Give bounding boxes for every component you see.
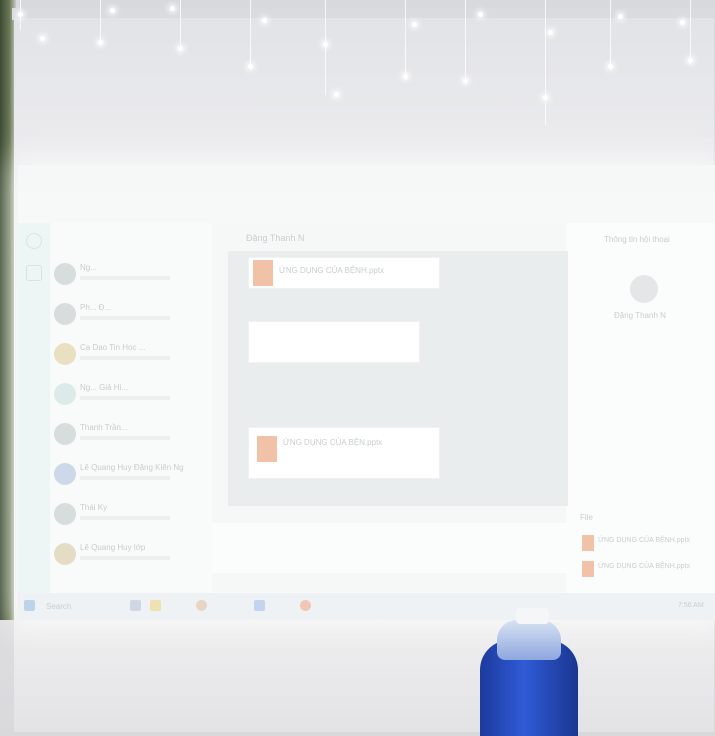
taskbar-search[interactable]: Search — [46, 602, 71, 611]
file-list-item[interactable]: ỨNG DỤNG CỦA BỆNH.pptx — [598, 537, 690, 544]
window-titlebar — [18, 165, 715, 191]
chat-panel: Đặng Thanh N ỨNG DỤNG CỦA BỆNH.pptx ỨNG … — [212, 223, 568, 593]
chrome-icon[interactable] — [196, 600, 207, 611]
list-item[interactable]: Lê Quang Huy Đặng Kiên Ng — [50, 457, 212, 497]
string-lights — [0, 0, 715, 130]
pptx-file-icon — [257, 436, 277, 462]
conversation-info-panel: Thông tin hội thoại Đặng Thanh N File ỨN… — [574, 223, 715, 593]
avatar — [54, 263, 76, 285]
pptx-file-icon — [253, 260, 273, 286]
file-explorer-icon[interactable] — [150, 600, 161, 611]
avatar — [54, 423, 76, 445]
file-message-card[interactable]: ỨNG DỤNG CỦA BỆN.pptx — [248, 427, 440, 479]
list-item[interactable]: Ng... Giả Hi... — [50, 377, 212, 417]
message-bubble — [248, 321, 420, 363]
file-list-item[interactable]: ỨNG DỤNG CỦA BỆNH.pptx — [598, 563, 690, 570]
windows-taskbar: Search 7:56 AM — [18, 593, 715, 620]
taskbar-clock: 7:56 AM — [678, 602, 704, 609]
file-message-card[interactable]: ỨNG DỤNG CỦA BỆNH.pptx — [248, 257, 440, 289]
taskview-icon[interactable] — [130, 600, 141, 611]
list-item[interactable]: Ca Dao Tin Hoc ... — [50, 337, 212, 377]
chat-icon[interactable] — [26, 233, 42, 249]
message-area: ỨNG DỤNG CỦA BỆNH.pptx ỨNG DỤNG CỦA BỆN.… — [228, 251, 568, 506]
avatar — [54, 503, 76, 525]
panel-title: Thông tin hội thoại — [604, 235, 670, 244]
list-item[interactable]: Lê Quang Huy lớp — [50, 537, 212, 577]
avatar — [54, 543, 76, 565]
bottle-neck — [497, 620, 561, 660]
files-section-label: File — [580, 513, 593, 522]
conversation-list: Ng... Ph... Đ... Ca Dao Tin Hoc ... Ng..… — [50, 223, 212, 593]
contacts-icon[interactable] — [26, 265, 42, 281]
app-sidebar — [18, 223, 50, 593]
chat-header-name: Đặng Thanh N — [246, 233, 305, 243]
avatar — [54, 463, 76, 485]
profile-name: Đặng Thanh N — [614, 311, 666, 320]
list-item[interactable]: Thanh Trần... — [50, 417, 212, 457]
message-composer[interactable] — [212, 523, 566, 573]
app-icon[interactable] — [300, 600, 311, 611]
avatar — [54, 343, 76, 365]
list-item[interactable]: Thái Ky — [50, 497, 212, 537]
list-item[interactable]: Ng... — [50, 257, 212, 297]
windows-start-icon[interactable] — [24, 600, 35, 611]
pptx-file-icon — [582, 561, 594, 577]
avatar — [630, 275, 658, 303]
list-item[interactable]: Ph... Đ... — [50, 297, 212, 337]
bottle-cap — [516, 608, 549, 624]
pptx-file-icon — [582, 535, 594, 551]
avatar — [54, 303, 76, 325]
projected-app-window: Ng... Ph... Đ... Ca Dao Tin Hoc ... Ng..… — [18, 165, 715, 620]
word-icon[interactable] — [254, 600, 265, 611]
avatar — [54, 383, 76, 405]
browser-toolbar — [18, 191, 715, 223]
